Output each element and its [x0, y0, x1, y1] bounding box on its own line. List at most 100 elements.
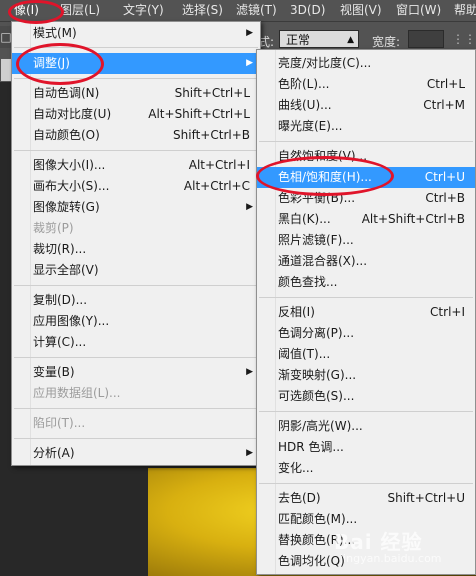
menu-item-shortcut: Ctrl+L — [426, 77, 465, 91]
menu-item-photo-filter[interactable]: 照片滤镜(F)... — [257, 230, 475, 251]
menu-item-adjustments[interactable]: 调整(J) ▶ — [12, 53, 260, 74]
menu-item-label: 阈值(T)... — [278, 347, 331, 361]
menu-item-label: 亮度/对比度(C)... — [278, 56, 372, 70]
menu-item-label: 可选颜色(S)... — [278, 389, 355, 403]
menu-item-hue-saturation[interactable]: 色相/饱和度(H)... Ctrl+U — [257, 167, 475, 188]
menu-item-label: 自然饱和度(V)... — [278, 149, 368, 163]
menu-help[interactable]: 帮助 — [454, 0, 476, 21]
separator — [259, 141, 473, 142]
menu-item-variables[interactable]: 变量(B) ▶ — [12, 362, 260, 383]
style-select[interactable]: 正常 ▲ — [279, 30, 359, 48]
menu-item-posterize[interactable]: 色调分离(P)... — [257, 323, 475, 344]
menu-item-gradient-map[interactable]: 渐变映射(G)... — [257, 365, 475, 386]
submenu-arrow-icon: ▶ — [246, 448, 253, 458]
menu-item-color-lookup[interactable]: 颜色查找... — [257, 272, 475, 293]
menu-item-label: 色阶(L)... — [278, 77, 330, 91]
menu-item-label: 裁剪(P) — [33, 221, 74, 235]
menu-item-label: 色调分离(P)... — [278, 326, 355, 340]
menu-item-label: 图像旋转(G) — [33, 200, 100, 214]
menu-item-mode[interactable]: 模式(M) ▶ — [12, 23, 260, 44]
watermark-logo: Bai 经验 — [334, 530, 423, 554]
menu-item-exposure[interactable]: 曝光度(E)... — [257, 116, 475, 137]
menu-item-shortcut: Shift+Ctrl+L — [174, 86, 250, 100]
menu-item-label: 应用图像(Y)... — [33, 314, 110, 328]
separator — [14, 438, 258, 439]
menu-item-black-white[interactable]: 黑白(K)... Alt+Shift+Ctrl+B — [257, 209, 475, 230]
menu-item-label: 曲线(U)... — [278, 98, 332, 112]
menu-view[interactable]: 视图(V) — [340, 0, 382, 21]
menu-item-auto-color[interactable]: 自动颜色(O) Shift+Ctrl+B — [12, 125, 260, 146]
menu-item-shortcut: Ctrl+B — [425, 191, 465, 205]
select-arrow-icon: ▲ — [347, 35, 354, 45]
menu-item-auto-contrast[interactable]: 自动对比度(U) Alt+Shift+Ctrl+L — [12, 104, 260, 125]
menu-item-shadows-highlights[interactable]: 阴影/高光(W)... — [257, 416, 475, 437]
width-input[interactable] — [408, 30, 444, 48]
menu-3d[interactable]: 3D(D) — [290, 0, 325, 21]
menu-item-channel-mixer[interactable]: 通道混合器(X)... — [257, 251, 475, 272]
menu-item-canvas-size[interactable]: 画布大小(S)... Alt+Ctrl+C — [12, 176, 260, 197]
menu-bar: 像(I) 图层(L) 文字(Y) 选择(S) 滤镜(T) 3D(D) 视图(V)… — [0, 0, 476, 22]
menu-item-shortcut: Alt+Ctrl+C — [183, 179, 250, 193]
menu-item-label: 图像大小(I)... — [33, 158, 106, 172]
menu-item-shortcut: Shift+Ctrl+U — [387, 491, 465, 505]
menu-item-selective-color[interactable]: 可选颜色(S)... — [257, 386, 475, 407]
menu-item-shortcut: Alt+Shift+Ctrl+L — [148, 107, 250, 121]
menu-item-desaturate[interactable]: 去色(D) Shift+Ctrl+U — [257, 488, 475, 509]
menu-item-variations[interactable]: 变化... — [257, 458, 475, 479]
menu-item-label: 自动对比度(U) — [33, 107, 112, 121]
menu-item-label: 显示全部(V) — [33, 263, 99, 277]
menu-type[interactable]: 文字(Y) — [123, 0, 164, 21]
menu-item-levels[interactable]: 色阶(L)... Ctrl+L — [257, 74, 475, 95]
submenu-arrow-icon: ▶ — [246, 367, 253, 377]
menu-item-apply-data-set: 应用数据组(L)... — [12, 383, 260, 404]
menu-item-image-size[interactable]: 图像大小(I)... Alt+Ctrl+I — [12, 155, 260, 176]
menu-item-label: 色相/饱和度(H)... — [278, 170, 372, 184]
menu-item-label: 渐变映射(G)... — [278, 368, 357, 382]
menu-item-threshold[interactable]: 阈值(T)... — [257, 344, 475, 365]
submenu-arrow-icon: ▶ — [246, 58, 253, 68]
panel-grip-icon[interactable]: ⋮⋮ — [452, 30, 476, 48]
menu-select[interactable]: 选择(S) — [182, 0, 223, 21]
menu-item-label: 反相(I) — [278, 305, 315, 319]
menu-item-reveal-all[interactable]: 显示全部(V) — [12, 260, 260, 281]
menu-item-curves[interactable]: 曲线(U)... Ctrl+M — [257, 95, 475, 116]
menu-item-label: 模式(M) — [33, 26, 77, 40]
menu-image[interactable]: 像(I) — [14, 0, 39, 21]
menu-item-label: 阴影/高光(W)... — [278, 419, 363, 433]
separator — [14, 357, 258, 358]
menu-item-label: 黑白(K)... — [278, 212, 331, 226]
menu-item-trim[interactable]: 裁切(R)... — [12, 239, 260, 260]
menu-item-auto-tone[interactable]: 自动色调(N) Shift+Ctrl+L — [12, 83, 260, 104]
menu-item-label: 颜色查找... — [278, 275, 338, 289]
submenu-arrow-icon: ▶ — [246, 202, 253, 212]
menu-item-trap: 陷印(T)... — [12, 413, 260, 434]
menu-layer[interactable]: 图层(L) — [60, 0, 100, 21]
menu-item-label: 自动颜色(O) — [33, 128, 100, 142]
menu-window[interactable]: 窗口(W) — [396, 0, 441, 21]
menu-item-label: 自动色调(N) — [33, 86, 100, 100]
menu-item-color-balance[interactable]: 色彩平衡(B)... Ctrl+B — [257, 188, 475, 209]
menu-item-image-rotation[interactable]: 图像旋转(G) ▶ — [12, 197, 260, 218]
menu-item-analysis[interactable]: 分析(A) ▶ — [12, 443, 260, 464]
menu-item-label: 照片滤镜(F)... — [278, 233, 354, 247]
menu-item-hdr-toning[interactable]: HDR 色调... — [257, 437, 475, 458]
menu-item-invert[interactable]: 反相(I) Ctrl+I — [257, 302, 475, 323]
menu-item-calculations[interactable]: 计算(C)... — [12, 332, 260, 353]
menu-item-label: 曝光度(E)... — [278, 119, 343, 133]
menu-item-vibrance[interactable]: 自然饱和度(V)... — [257, 146, 475, 167]
menu-filter[interactable]: 滤镜(T) — [236, 0, 277, 21]
submenu-arrow-icon: ▶ — [246, 28, 253, 38]
menu-item-label: 计算(C)... — [33, 335, 87, 349]
menu-item-duplicate[interactable]: 复制(D)... — [12, 290, 260, 311]
menu-item-shortcut: Ctrl+M — [423, 98, 465, 112]
menu-item-label: 变量(B) — [33, 365, 75, 379]
menu-item-label: 应用数据组(L)... — [33, 386, 121, 400]
menu-item-crop: 裁剪(P) — [12, 218, 260, 239]
separator — [14, 408, 258, 409]
separator — [14, 285, 258, 286]
menu-item-label: 通道混合器(X)... — [278, 254, 368, 268]
watermark-url: jingyan.baidu.com — [340, 552, 442, 565]
menu-item-brightness-contrast[interactable]: 亮度/对比度(C)... — [257, 53, 475, 74]
menu-item-apply-image[interactable]: 应用图像(Y)... — [12, 311, 260, 332]
menu-item-shortcut: Shift+Ctrl+B — [173, 128, 250, 142]
